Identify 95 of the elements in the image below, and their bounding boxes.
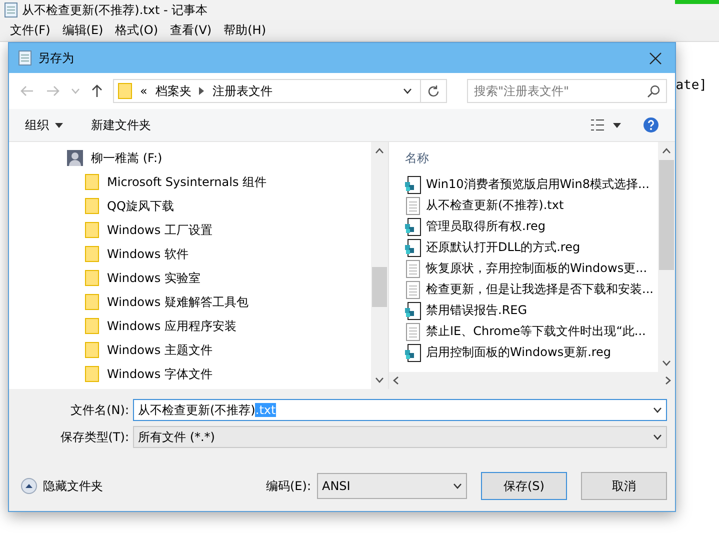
file-item[interactable]: 管理员取得所有权.reg [405,216,658,237]
tree-item[interactable]: Windows 软件 [67,242,371,266]
folder-icon [85,342,99,358]
tree-item[interactable]: QQ旋风下载 [67,194,371,218]
tree-item[interactable]: Microsoft Sysinternals 组件 [67,170,371,194]
chevron-down-icon [70,88,80,94]
tree-item[interactable]: Windows 主题文件 [67,338,371,362]
file-type-select[interactable]: 所有文件 (*.*) [133,426,667,448]
folder-icon [85,174,99,190]
registry-file-icon [405,218,421,236]
scroll-up-icon [662,148,671,154]
menu-item[interactable]: 查看(V) [164,22,218,39]
window-title: 从不检查更新(不推荐).txt - 记事本 [22,2,208,18]
folder-icon [118,83,132,99]
breadcrumb[interactable]: « [140,84,148,98]
folder-icon [85,294,99,310]
filename-field[interactable]: 从不检查更新(不推荐).txt [133,399,667,421]
folder-icon [85,222,99,238]
text-file-icon [405,196,421,214]
tree-item[interactable]: Windows 实验室 [67,266,371,290]
menu-item[interactable]: 文件(F) [4,22,56,39]
column-header[interactable]: 名称 [405,142,658,174]
encoding-select[interactable]: ANSI [317,473,467,499]
breadcrumb[interactable]: 注册表文件 [212,82,272,100]
collapse-icon [21,478,37,494]
tree-item[interactable]: Windows 应用程序安装 [67,314,371,338]
save-button[interactable]: 保存(S) [481,472,567,500]
registry-file-icon [405,176,421,194]
document-text: ate] [676,78,707,93]
file-item[interactable]: 从不检查更新(不推荐).txt [405,195,658,216]
horizontal-scrollbar[interactable] [389,372,675,389]
caret-icon [453,483,462,489]
tree-item[interactable]: 柳一稚嵩 (F:) [67,146,371,170]
folder-icon [85,198,99,214]
tree-item[interactable]: Windows 字体文件 [67,362,371,386]
scroll-up-icon [375,148,384,154]
forward-arrow-icon [46,85,60,97]
scroll-down-icon [375,377,384,383]
file-item[interactable]: 禁用错误报告.REG [405,300,658,321]
up-arrow-icon [91,84,103,98]
text-file-icon [405,260,421,278]
breadcrumb[interactable]: 档案夹 [155,82,192,100]
menu-item[interactable]: 帮助(H) [218,22,272,39]
caret-icon [653,407,662,413]
caret-icon [55,122,63,128]
file-item[interactable]: 禁止IE、Chrome等下载文件时出现“此... [405,321,658,342]
view-button[interactable] [591,119,621,131]
help-icon[interactable] [643,117,659,133]
hide-folders-button[interactable]: 隐藏文件夹 [21,478,103,494]
caret-icon [613,122,621,128]
file-item[interactable]: Win10消费者预览版启用Win8模式选择... [405,174,658,195]
field-label: 文件名(N): [70,402,130,418]
registry-file-icon [405,344,421,362]
scroll-left-icon [393,376,399,385]
details-view-icon [591,119,607,131]
back-arrow-icon [20,85,34,97]
field-label: 编码(E): [266,478,311,494]
scroll-down-icon [662,360,671,366]
menu-item[interactable]: 编辑(E) [56,22,110,39]
close-icon [648,52,662,64]
text-file-icon [405,280,421,298]
caret-icon [403,88,412,94]
new-folder-button[interactable]: 新建文件夹 [91,116,151,134]
breadcrumb-arrow-icon [199,87,204,95]
scrollbar[interactable] [658,142,675,372]
menu-item[interactable]: 格式(O) [109,22,164,39]
scroll-right-icon [665,376,671,385]
file-item[interactable]: 启用控制面板的Windows更新.reg [405,342,658,363]
folder-icon [85,366,99,382]
file-item[interactable]: 还原默认打开DLL的方式.reg [405,237,658,258]
field-label: 保存类型(T): [59,428,130,446]
search-field[interactable]: 搜索"注册表文件" [467,79,667,103]
cancel-button[interactable]: 取消 [581,472,667,500]
registry-file-icon [405,302,421,320]
tree-item[interactable]: Windows 工厂设置 [67,218,371,242]
progress-strip [675,0,719,4]
refresh-icon[interactable] [427,84,440,98]
file-item[interactable]: 检查更新，但是让我选择是否下载和安装... [405,279,658,300]
notepad-icon [18,50,32,66]
organize-button[interactable]: 组织 [25,116,63,134]
tree-item[interactable]: Windows 疑难解答工具包 [67,290,371,314]
folder-icon [85,246,99,262]
caret-icon [653,434,662,440]
text-file-icon [405,322,421,340]
address-bar[interactable]: « 档案夹 注册表文件 [113,79,447,103]
drive-avatar-icon [67,150,83,166]
folder-icon [85,270,99,286]
scroll-thumb[interactable] [659,160,674,270]
scrollbar[interactable] [371,142,388,389]
folder-icon [85,318,99,334]
file-item[interactable]: 恢复原状，弃用控制面板的Windows更... [405,258,658,279]
scroll-thumb[interactable] [372,267,387,307]
search-icon [647,84,660,98]
registry-file-icon [405,238,421,256]
dialog-title: 另存为 [38,50,75,66]
